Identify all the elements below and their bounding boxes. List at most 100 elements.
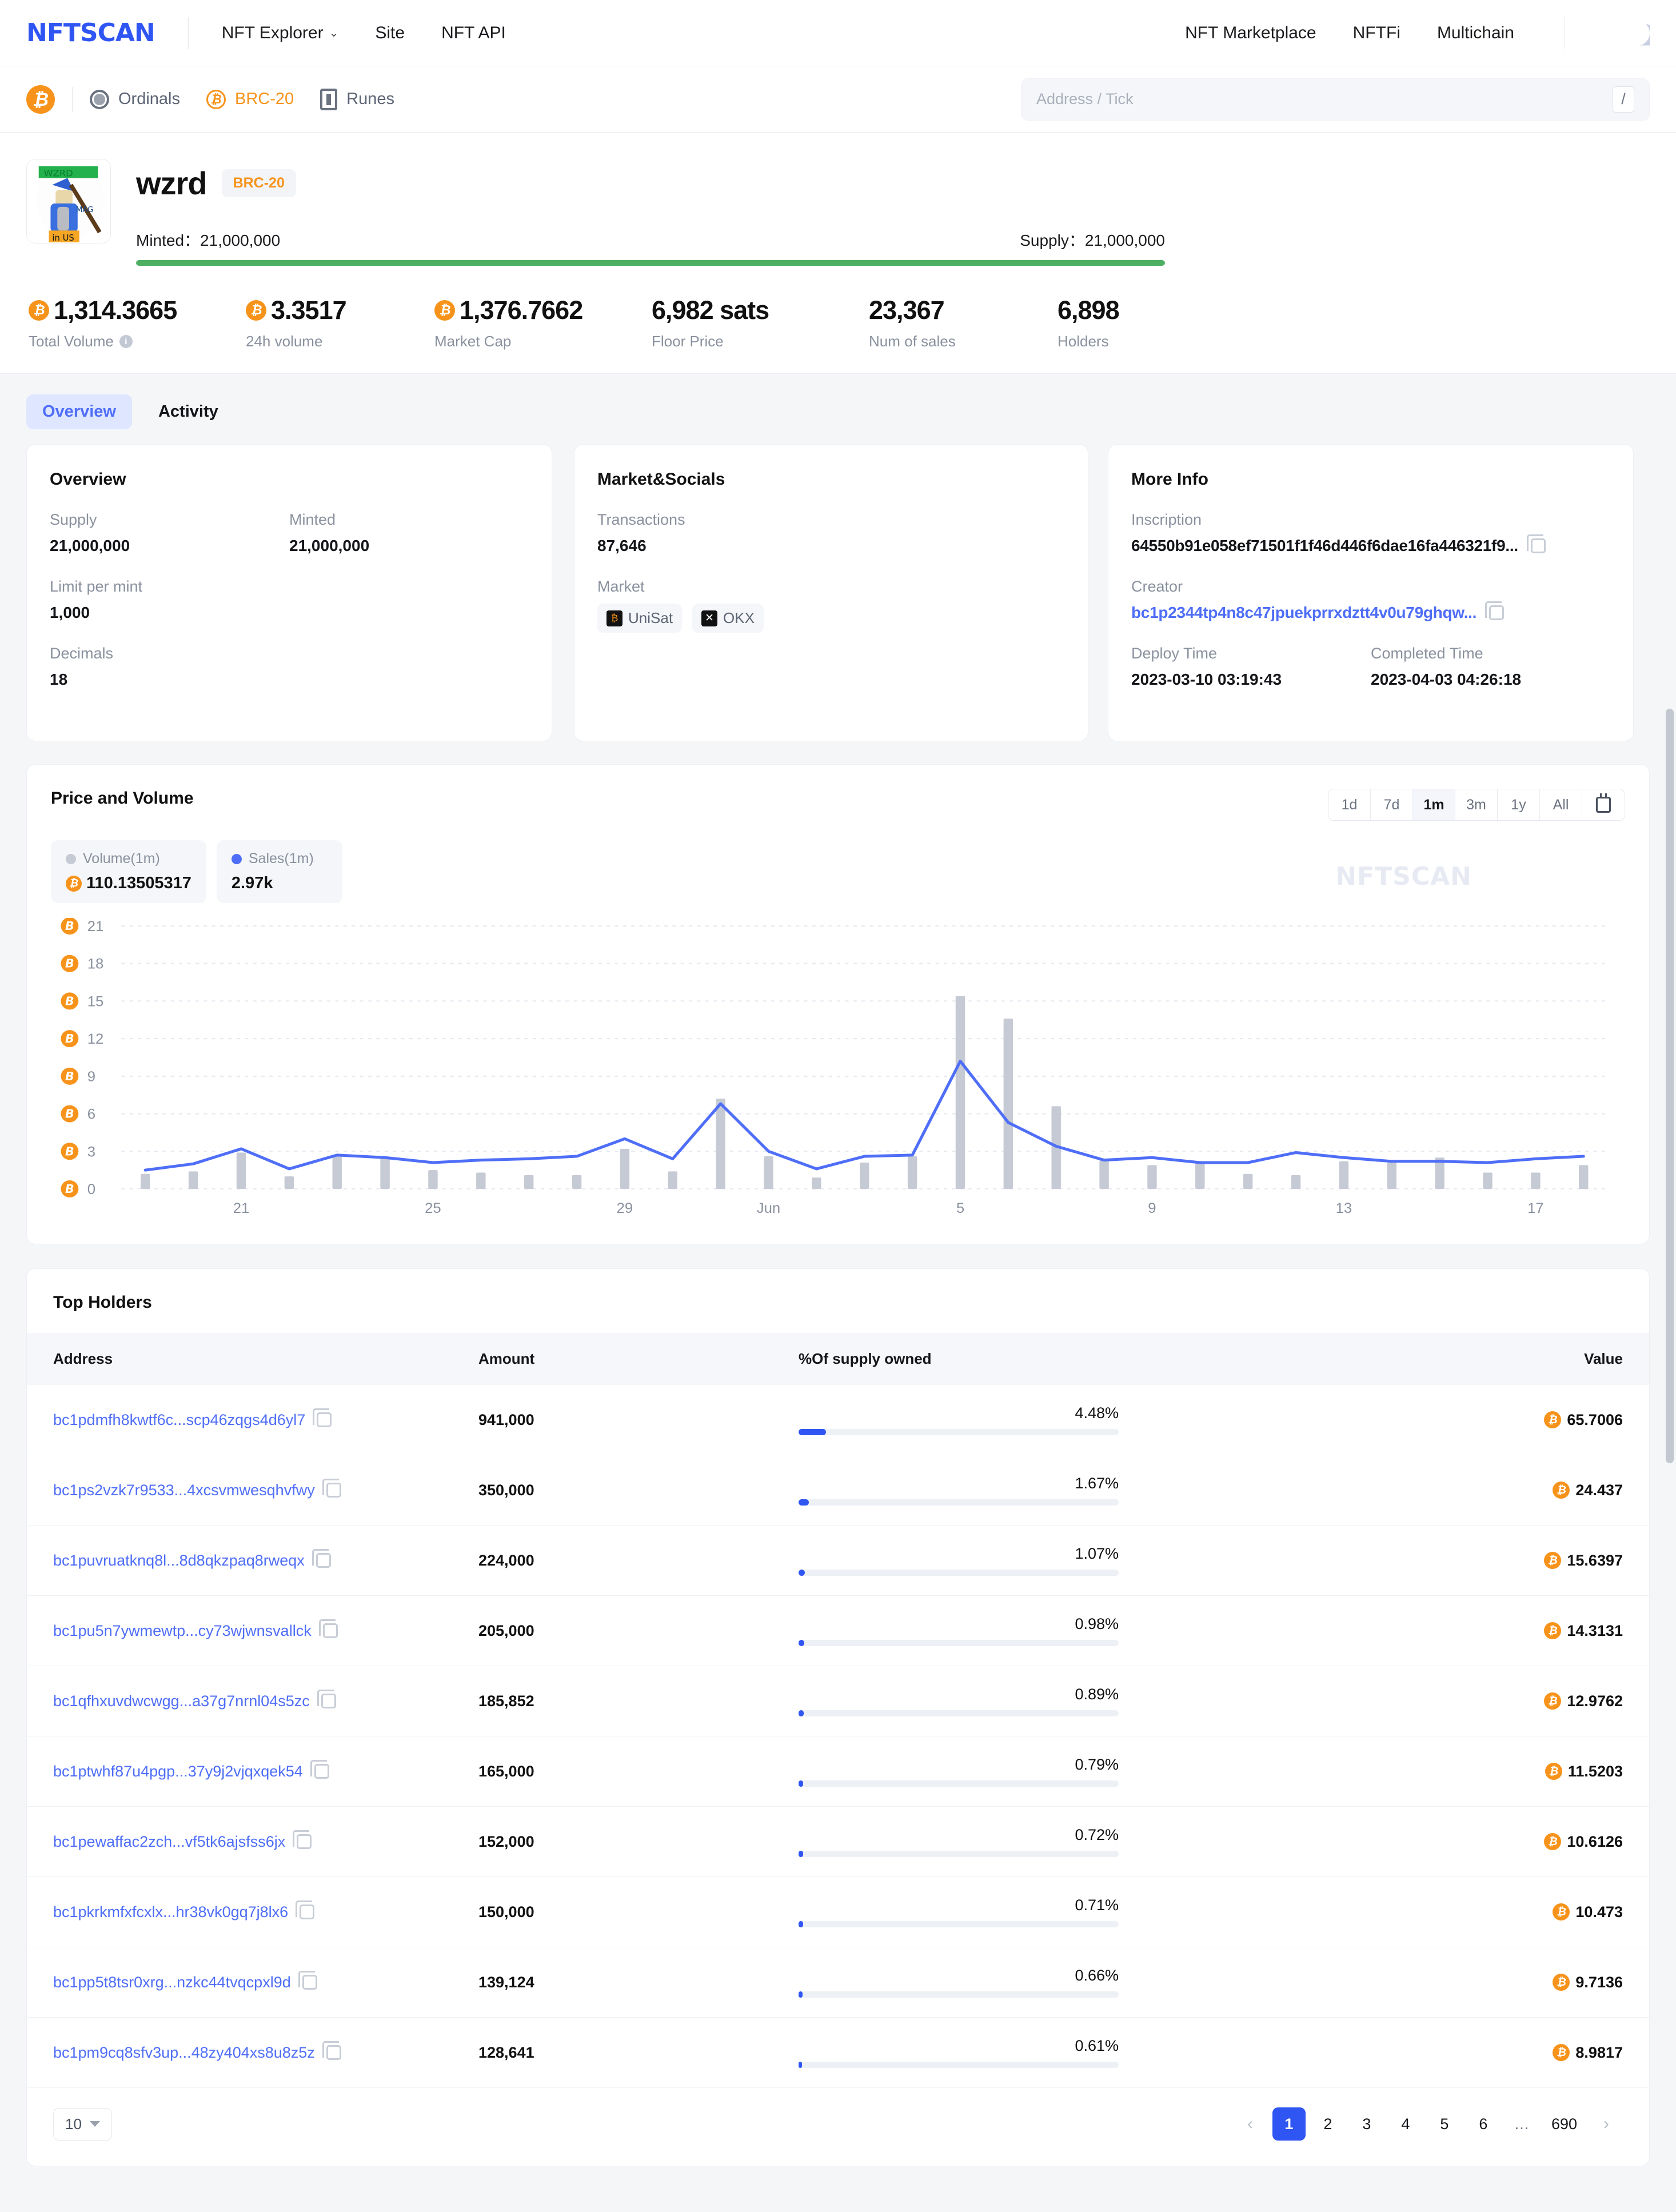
chart-legend: Volume(1m) ₿110.13505317 Sales(1m) 2.97k	[51, 840, 1625, 903]
page-scrollbar[interactable]	[1666, 709, 1674, 1463]
svg-text:12: 12	[87, 1032, 104, 1048]
nav-item-multichain[interactable]: Multichain	[1437, 23, 1514, 43]
holder-address-link[interactable]: bc1pu5n7ywmewtp...cy73wjwnsvallck	[53, 1622, 312, 1640]
chain-tab-brc20[interactable]: ₿ BRC-20	[206, 90, 294, 109]
cell-amount: 205,000	[478, 1596, 799, 1666]
holder-address-link[interactable]: bc1ps2vzk7r9533...4xcsvmwesqhvfwy	[53, 1482, 315, 1499]
nftscan-logo[interactable]: NFTSCAN	[26, 18, 155, 47]
stat-total-volume: ₿1,314.3665 Total Volumei	[29, 297, 246, 350]
table-title: Top Holders	[27, 1293, 1649, 1333]
legend-volume[interactable]: Volume(1m) ₿110.13505317	[51, 840, 206, 903]
pagination-page-690[interactable]: 690	[1545, 2107, 1584, 2141]
range-1m[interactable]: 1m	[1413, 789, 1455, 820]
nav-item-nft-marketplace[interactable]: NFT Marketplace	[1185, 23, 1316, 43]
pagination-page-3[interactable]: 3	[1350, 2107, 1383, 2141]
calendar-button[interactable]	[1582, 789, 1625, 820]
nav-item-site[interactable]: Site	[375, 23, 405, 43]
stat-label: Holders	[1058, 333, 1109, 350]
range-1d[interactable]: 1d	[1328, 789, 1371, 820]
copy-icon[interactable]	[323, 1623, 338, 1638]
legend-label: Sales(1m)	[249, 851, 314, 867]
pagination-next[interactable]: ›	[1590, 2107, 1623, 2141]
column-header-value[interactable]: Value	[1313, 1333, 1649, 1385]
chart-title: Price and Volume	[51, 789, 194, 808]
copy-icon[interactable]	[316, 1553, 331, 1568]
percent-bar	[799, 1921, 1119, 1927]
copy-icon[interactable]	[300, 1904, 314, 1919]
chain-tab-ordinals[interactable]: Ordinals	[90, 90, 180, 109]
supply-summary: Supply：21,000,000	[1020, 228, 1165, 251]
moon-icon[interactable]	[1625, 21, 1650, 46]
cell-percent: 1.07%	[799, 1526, 1313, 1596]
holder-address-link[interactable]: bc1ptwhf87u4pgp...37y9j2vjqxqek54	[53, 1763, 303, 1780]
copy-icon[interactable]	[317, 1412, 332, 1427]
copy-icon[interactable]	[321, 1694, 336, 1708]
nav-item-nftfi[interactable]: NFTFi	[1353, 23, 1400, 43]
field-value: 21,000,000	[289, 537, 529, 555]
copy-icon[interactable]	[1489, 605, 1504, 620]
search-input[interactable]	[1036, 90, 1613, 108]
bitcoin-icon: ₿	[1544, 1552, 1561, 1569]
field-value: 2023-04-03 04:26:18	[1371, 670, 1610, 689]
field-spacer	[289, 645, 529, 689]
cell-percent: 1.67%	[799, 1455, 1313, 1526]
nav-item-nft-api[interactable]: NFT API	[441, 23, 506, 43]
pagination-page-1[interactable]: 1	[1272, 2107, 1306, 2141]
pagination-page-6[interactable]: 6	[1467, 2107, 1500, 2141]
copy-icon[interactable]	[314, 1764, 329, 1779]
stat-value: 1,314.3665	[54, 297, 177, 324]
pagination-page-4[interactable]: 4	[1389, 2107, 1422, 2141]
holder-address-link[interactable]: bc1qfhxuvdwcwgg...a37g7nrnl04s5zc	[53, 1692, 310, 1710]
holder-address-link[interactable]: bc1pewaffac2zch...vf5tk6ajsfss6jx	[53, 1833, 285, 1851]
copy-icon[interactable]	[297, 1834, 312, 1849]
legend-dot-volume	[66, 854, 76, 864]
holder-address-link[interactable]: bc1pkrkmfxfcxlx...hr38vk0gq7j8lx6	[53, 1903, 288, 1921]
cell-value: ₿15.6397	[1313, 1526, 1649, 1596]
cell-value: ₿10.6126	[1313, 1807, 1649, 1877]
column-header-amount[interactable]: Amount	[478, 1333, 799, 1385]
range-all[interactable]: All	[1540, 789, 1582, 820]
chain-tab-runes[interactable]: Runes	[320, 89, 394, 110]
bitcoin-icon: ₿	[1544, 1622, 1561, 1639]
nav-item-nft-explorer[interactable]: NFT Explorer ⌄	[222, 23, 339, 43]
minted-value: 21,000,000	[200, 231, 280, 249]
search-box[interactable]: /	[1021, 78, 1650, 121]
market-chip-unisat[interactable]: ₿ UniSat	[597, 604, 682, 633]
bitcoin-icon[interactable]: ₿	[26, 85, 55, 114]
column-header-address[interactable]: Address	[27, 1333, 478, 1385]
percent-bar	[799, 1710, 1119, 1716]
range-1y[interactable]: 1y	[1498, 789, 1540, 820]
range-3m[interactable]: 3m	[1455, 789, 1498, 820]
field-deploy-time: Deploy Time 2023-03-10 03:19:43	[1131, 645, 1371, 689]
range-7d[interactable]: 7d	[1371, 789, 1413, 820]
holder-address-link[interactable]: bc1pp5t8tsr0xrg...nzkc44tvqcpxl9d	[53, 1974, 291, 1991]
field-completed-time: Completed Time 2023-04-03 04:26:18	[1371, 645, 1610, 689]
holder-address-link[interactable]: bc1puvruatknq8l...8d8qkzpaq8rweqx	[53, 1552, 305, 1570]
card-title: Overview	[50, 470, 529, 489]
pagination-page-2[interactable]: 2	[1311, 2107, 1344, 2141]
copy-icon[interactable]	[326, 1483, 341, 1498]
percent-bar	[799, 2062, 1119, 2068]
holder-address-link[interactable]: bc1pdmfh8kwtf6c...scp46zqgs4d6yl7	[53, 1411, 305, 1429]
copy-icon[interactable]	[1531, 538, 1546, 553]
pagination-prev[interactable]: ‹	[1234, 2107, 1267, 2141]
creator-address-link[interactable]: bc1p2344tp4n8c47jpuekprrxdztt4v0u79ghqw.…	[1131, 604, 1477, 622]
stat-value: 23,367	[869, 297, 944, 324]
bitcoin-icon: ₿	[66, 876, 82, 892]
column-header-percent[interactable]: %Of supply owned	[799, 1333, 1313, 1385]
percent-value: 0.98%	[799, 1615, 1119, 1633]
tab-overview[interactable]: Overview	[26, 394, 132, 429]
info-icon[interactable]: i	[119, 335, 133, 348]
cell-amount: 152,000	[478, 1807, 799, 1877]
copy-icon[interactable]	[326, 2045, 341, 2060]
pagination-page-5[interactable]: 5	[1428, 2107, 1461, 2141]
field-decimals: Decimals 18	[50, 645, 289, 689]
holder-address-link[interactable]: bc1pm9cq8sfv3up...48zy404xs8u8z5z	[53, 2044, 315, 2062]
legend-sales[interactable]: Sales(1m) 2.97k	[217, 840, 342, 903]
market-chip-okx[interactable]: ✕ OKX	[692, 604, 764, 633]
stat-value: 3.3517	[271, 297, 346, 324]
page-size-select[interactable]: 10	[53, 2108, 112, 2141]
copy-icon[interactable]	[302, 1975, 317, 1990]
tab-activity[interactable]: Activity	[142, 394, 234, 429]
table-row: bc1ptwhf87u4pgp...37y9j2vjqxqek54165,000…	[27, 1736, 1649, 1807]
